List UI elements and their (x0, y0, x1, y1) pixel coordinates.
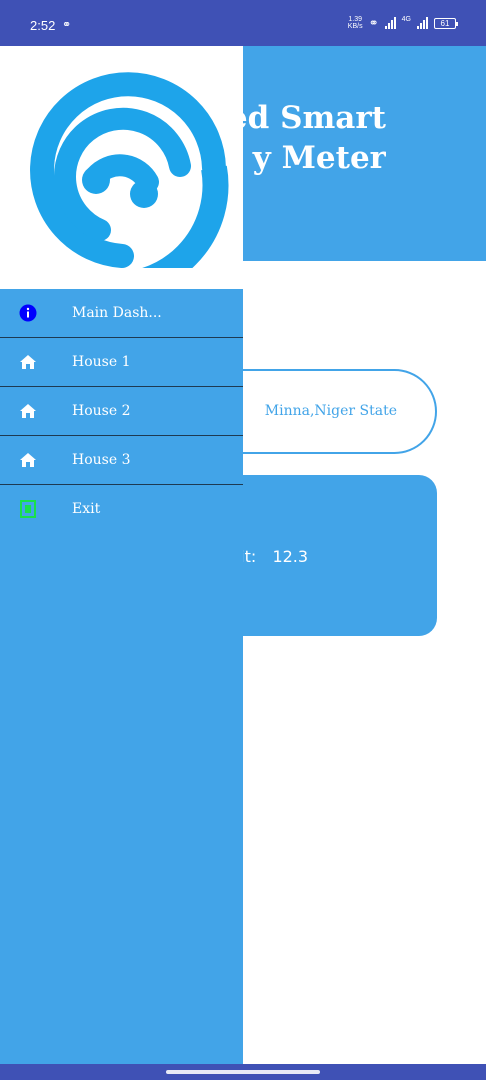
link-icon: ⚭ (62, 19, 72, 31)
signal-icon (417, 17, 428, 29)
home-icon (20, 453, 36, 467)
drawer-item-house-2[interactable]: House 2 (0, 387, 243, 436)
network-speed: 1.39 KB/s (348, 16, 363, 30)
status-bar: 2:52 ⚭ 1.39 KB/s ⚭ 4G 61 (0, 0, 486, 46)
drawer-item-house-3[interactable]: House 3 (0, 436, 243, 485)
home-indicator[interactable] (166, 1070, 320, 1074)
exit-icon (20, 500, 36, 518)
link-icon: ⚭ (368, 16, 379, 30)
status-indicators: 1.39 KB/s ⚭ 4G 61 (348, 16, 458, 30)
speed-value: 1.39 (348, 16, 362, 23)
home-icon (20, 404, 36, 418)
drawer-header (0, 46, 243, 289)
battery-icon: 61 (434, 17, 458, 29)
drawer-item-label: House 1 (72, 354, 131, 370)
speed-unit: KB/s (347, 23, 363, 30)
status-time: 2:52 (30, 18, 56, 33)
home-icon (20, 355, 36, 369)
signal-icon (384, 17, 396, 29)
drawer-item-main-dashboard[interactable]: Main Dash... (0, 289, 243, 338)
system-nav-bar (0, 1064, 486, 1080)
drawer-item-label: House 3 (72, 452, 131, 468)
location-label: Minna,Niger State (264, 403, 397, 419)
network-type: 4G (401, 16, 411, 23)
drawer-item-house-1[interactable]: House 1 (0, 338, 243, 387)
drawer-item-label: House 2 (72, 403, 131, 419)
drawer-item-label: Main Dash... (72, 305, 162, 321)
info-icon (19, 304, 37, 322)
battery-level: 61 (440, 18, 450, 28)
app-logo-icon (30, 72, 229, 268)
drawer-item-label: Exit (72, 501, 101, 517)
drawer-item-exit[interactable]: Exit (0, 485, 243, 534)
navigation-drawer: Main Dash... House 1 House 2 House 3 Exi… (0, 46, 243, 1064)
unit-value: 12.3 (272, 547, 309, 566)
